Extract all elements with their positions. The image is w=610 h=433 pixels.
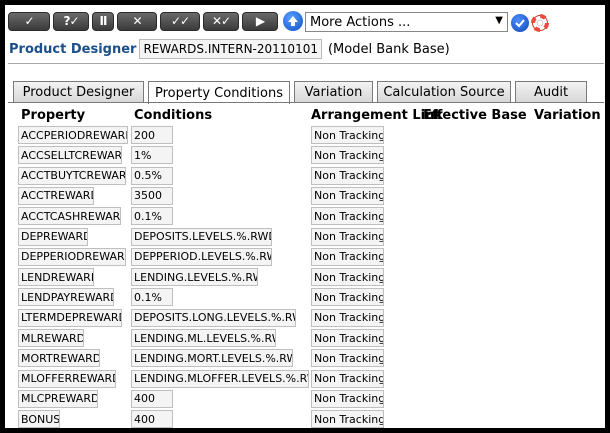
table-row: ACCSELLTCREWARD 1% Non Tracking	[5, 146, 605, 166]
arrangement-link-field[interactable]: Non Tracking	[311, 410, 384, 428]
arrangement-link-field[interactable]: Non Tracking	[311, 288, 384, 307]
condition-field[interactable]: 200	[131, 126, 173, 144]
arrangement-link-field[interactable]: Non Tracking	[311, 268, 384, 287]
page-title: Product Designer	[9, 41, 137, 57]
go-icon[interactable]	[511, 14, 529, 32]
table-row: ACCTREWARD 3500 Non Tracking	[5, 186, 605, 207]
table-row: MORTREWARD LENDING.MORT.LEVELS.%.RWD Non T…	[5, 349, 605, 369]
property-field[interactable]: MORTREWARD	[18, 349, 100, 368]
record-description: (Model Bank Base)	[327, 41, 450, 57]
table-row: DEPPERIODREWARD DEPPERIOD.LEVELS.%.RWD Non…	[5, 247, 605, 268]
arrangement-link-field[interactable]: Non Tracking	[311, 247, 384, 266]
arrangement-link-field[interactable]: Non Tracking	[311, 329, 384, 347]
property-field[interactable]: DEPREWARD	[18, 227, 88, 246]
property-field[interactable]: MLOFFERREWARD	[18, 369, 116, 388]
property-field[interactable]: LENDREWARD	[18, 268, 94, 287]
condition-field[interactable]: 3500	[131, 186, 173, 205]
condition-field[interactable]: LENDING.ML.LEVELS.%.RWD	[131, 329, 276, 347]
tab-audit[interactable]: Audit	[515, 81, 587, 103]
arrangement-link-field[interactable]: Non Tracking	[311, 207, 384, 226]
table-row: MLCPREWARD 400 Non Tracking	[5, 389, 605, 410]
delete-button[interactable]: ✕	[117, 11, 157, 31]
property-field[interactable]: ACCTREWARD	[18, 186, 94, 205]
help-lifebuoy-icon[interactable]	[531, 14, 549, 32]
property-field[interactable]: ACCSELLTCREWARD	[18, 146, 122, 165]
arrangement-link-field[interactable]: Non Tracking	[311, 126, 384, 144]
next-button[interactable]: ▶	[242, 11, 278, 31]
condition-field[interactable]: LENDING.MORT.LEVELS.%.RWD	[131, 349, 293, 368]
record-header: Product Designer REWARDS.INTERN-20110101…	[9, 38, 450, 60]
condition-field[interactable]: LENDING.LEVELS.%.RWD	[131, 268, 258, 287]
property-field[interactable]: DEPPERIODREWARD	[18, 247, 126, 266]
column-header-property: Property	[21, 108, 86, 123]
table-row: ACCPERIODREWARD 200 Non Tracking	[5, 126, 605, 146]
tab-product-designer[interactable]: Product Designer	[13, 81, 144, 103]
commit-button[interactable]: ✓	[8, 11, 50, 31]
tab-calculation-source[interactable]: Calculation Source	[377, 81, 511, 103]
condition-field[interactable]: DEPOSITS.LEVELS.%.RWD	[131, 227, 272, 246]
condition-field[interactable]: DEPOSITS.LONG.LEVELS.%.RWD	[131, 308, 296, 327]
arrangement-link-field[interactable]: Non Tracking	[311, 227, 384, 246]
hold-button[interactable]: II	[92, 11, 114, 31]
column-header-variation: Variation	[534, 108, 601, 123]
column-header-conditions: Conditions	[134, 108, 213, 123]
table-row: MLREWARD LENDING.ML.LEVELS.%.RWD Non Track…	[5, 329, 605, 349]
condition-field[interactable]: DEPPERIOD.LEVELS.%.RWD	[131, 247, 272, 266]
property-field[interactable]: LTERMDEPREWARD	[18, 308, 122, 327]
condition-field[interactable]: 400	[131, 389, 173, 408]
arrangement-link-field[interactable]: Non Tracking	[311, 166, 384, 185]
property-field[interactable]: LENDPAYREWARD	[18, 288, 114, 307]
tab-bar: Product Designer Property Conditions Var…	[13, 81, 591, 104]
property-field[interactable]: BONUS	[18, 410, 60, 428]
tab-baseline	[8, 102, 604, 103]
table-row: ACCTCASHREWARD 0.1% Non Tracking	[5, 207, 605, 227]
tab-variation[interactable]: Variation	[294, 81, 373, 103]
condition-field[interactable]: 0.1%	[131, 288, 173, 307]
condition-field[interactable]: LENDING.MLOFFER.LEVELS.%.RWD	[131, 369, 309, 388]
table-row: DEPREWARD DEPOSITS.LEVELS.%.RWD Non Tracki…	[5, 227, 605, 248]
reverse-button[interactable]: ✕✓	[203, 11, 239, 31]
record-id-field[interactable]: REWARDS.INTERN-20110101	[139, 39, 322, 59]
authorise-button[interactable]: ✓✓	[160, 11, 200, 31]
more-actions-select[interactable]: More Actions ... ▼	[305, 12, 508, 32]
table-row: MLOFFERREWARD LENDING.MLOFFER.LEVELS.%.RW…	[5, 369, 605, 390]
app-frame: ✓ ?✓ II ✕ ✓✓ ✕✓ ▶ More Actions ... ▼ Pro…	[3, 3, 607, 430]
table-row: ACCTBUYTCREWARD 0.5% Non Tracking	[5, 166, 605, 187]
column-header-effective-base: Effective Base	[423, 108, 527, 123]
arrangement-link-field[interactable]: Non Tracking	[311, 369, 384, 388]
tab-property-conditions[interactable]: Property Conditions	[148, 81, 290, 104]
table-row: BONUS 400 Non Tracking	[5, 410, 605, 428]
table-row: LENDPAYREWARD 0.1% Non Tracking	[5, 288, 605, 308]
property-field[interactable]: ACCTCASHREWARD	[18, 207, 121, 226]
condition-field[interactable]: 0.5%	[131, 166, 173, 185]
table-row: LTERMDEPREWARD DEPOSITS.LONG.LEVELS.%.RWD…	[5, 308, 605, 329]
property-field[interactable]: ACCTBUYTCREWARD	[18, 166, 126, 185]
property-field[interactable]: MLCPREWARD	[18, 389, 98, 408]
condition-field[interactable]: 1%	[131, 146, 173, 165]
arrangement-link-field[interactable]: Non Tracking	[311, 308, 384, 327]
property-field[interactable]: ACCPERIODREWARD	[18, 126, 128, 144]
chevron-down-icon: ▼	[495, 15, 503, 26]
table-row: LENDREWARD LENDING.LEVELS.%.RWD Non Tracki…	[5, 268, 605, 288]
property-field[interactable]: MLREWARD	[18, 329, 84, 347]
upload-icon[interactable]	[283, 11, 303, 31]
condition-field[interactable]: 0.1%	[131, 207, 173, 226]
toolbar: ✓ ?✓ II ✕ ✓✓ ✕✓ ▶	[8, 10, 303, 32]
arrangement-link-field[interactable]: Non Tracking	[311, 349, 384, 368]
divider	[8, 63, 604, 64]
more-actions-value: More Actions ...	[310, 14, 411, 30]
condition-field[interactable]: 400	[131, 410, 173, 428]
arrangement-link-field[interactable]: Non Tracking	[311, 186, 384, 205]
arrangement-link-field[interactable]: Non Tracking	[311, 146, 384, 165]
arrangement-link-field[interactable]: Non Tracking	[311, 389, 384, 408]
validate-button[interactable]: ?✓	[53, 11, 89, 31]
